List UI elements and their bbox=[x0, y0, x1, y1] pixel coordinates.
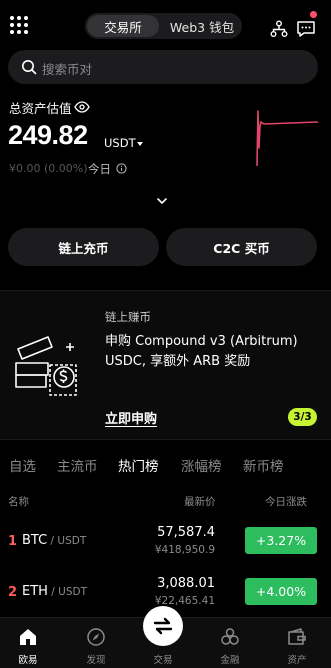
asset-unit-selector[interactable]: USDT bbox=[104, 136, 136, 150]
row-rank: 1 bbox=[8, 534, 18, 549]
row-symbol: BTC / USDT bbox=[22, 533, 87, 548]
nav-assets[interactable]: 资产 bbox=[272, 618, 322, 668]
tab-favorites[interactable]: 自选 bbox=[9, 455, 36, 475]
tab-hot[interactable]: 热门榜 bbox=[118, 455, 159, 475]
nav-finance-label: 金融 bbox=[220, 655, 240, 666]
asset-sparkline-chart bbox=[256, 110, 319, 167]
search-icon bbox=[22, 60, 37, 75]
mode-switch: 交易所 Web3 钱包 bbox=[85, 13, 242, 39]
top-bar: 交易所 Web3 钱包 bbox=[0, 6, 331, 42]
row-symbol: ETH / USDT bbox=[22, 584, 87, 599]
nav-assets-label: 资产 bbox=[287, 655, 307, 666]
search-bar[interactable]: 搜索币对 bbox=[8, 50, 318, 84]
chat-support-icon[interactable] bbox=[296, 20, 316, 38]
finance-icon bbox=[221, 628, 239, 645]
total-assets-label: 总资产估值 bbox=[9, 101, 72, 116]
subscribe-now-link[interactable]: 立即申购 bbox=[105, 408, 157, 427]
promo-banner[interactable]: 链上赚币 申购 Compound v3 (Arbitrum) USDC, 享额外… bbox=[0, 290, 331, 440]
row-price-cny: ¥418,950.9 bbox=[154, 544, 215, 556]
chevron-down-icon[interactable] bbox=[156, 197, 168, 205]
row-change-badge[interactable]: +4.00% bbox=[245, 578, 317, 605]
nav-discover-label: 发现 bbox=[86, 655, 106, 666]
apps-grid-icon[interactable] bbox=[10, 16, 28, 34]
column-last-price[interactable]: 最新价 bbox=[184, 494, 216, 509]
nav-trade-label: 交易 bbox=[153, 655, 173, 666]
onchain-deposit-button[interactable]: 链上充币 bbox=[8, 228, 159, 266]
eye-icon[interactable] bbox=[74, 101, 90, 113]
today-pnl: ¥0.00 (0.00%) bbox=[9, 162, 88, 175]
caret-down-icon[interactable] bbox=[137, 142, 143, 146]
promo-category: 链上赚币 bbox=[105, 310, 151, 324]
nav-home[interactable]: 欧易 bbox=[3, 618, 53, 668]
wallet-icon bbox=[288, 628, 306, 645]
carousel-page-badge: 3/3 bbox=[288, 408, 317, 426]
trade-swap-icon bbox=[153, 617, 173, 635]
trade-button[interactable] bbox=[143, 606, 183, 646]
notification-dot bbox=[310, 11, 317, 18]
row-change-badge[interactable]: +3.27% bbox=[245, 527, 317, 554]
pnl-period-label: 今日 bbox=[88, 162, 111, 176]
tab-mainstream[interactable]: 主流币 bbox=[57, 455, 98, 475]
info-icon[interactable] bbox=[116, 163, 127, 174]
promo-title: 申购 Compound v3 (Arbitrum) USDC, 享额外 ARB … bbox=[105, 334, 298, 369]
tab-web3-wallet[interactable]: Web3 钱包 bbox=[165, 15, 239, 37]
column-change[interactable]: 今日涨跌 bbox=[265, 494, 307, 509]
market-row[interactable]: 1 BTC / USDT 57,587.4 ¥418,950.9 +3.27% bbox=[0, 521, 331, 565]
total-assets-value: 249.82 bbox=[8, 120, 88, 150]
tab-exchange[interactable]: 交易所 bbox=[87, 15, 159, 37]
nav-finance[interactable]: 金融 bbox=[205, 618, 255, 668]
savings-coin-icon bbox=[15, 336, 77, 396]
nav-home-label: 欧易 bbox=[18, 655, 38, 666]
row-rank: 2 bbox=[8, 585, 18, 600]
column-name: 名称 bbox=[8, 496, 29, 508]
home-icon bbox=[20, 629, 36, 645]
tab-gainers[interactable]: 涨幅榜 bbox=[181, 455, 222, 475]
row-last-price: 57,587.4 bbox=[157, 525, 215, 540]
tab-new-listings[interactable]: 新币榜 bbox=[243, 455, 284, 475]
discover-icon bbox=[87, 628, 105, 646]
c2c-buy-button[interactable]: C2C 买币 bbox=[166, 228, 317, 266]
network-structure-icon[interactable] bbox=[270, 20, 288, 38]
market-tabs: 自选 主流币 热门榜 涨幅榜 新币榜 bbox=[0, 455, 331, 477]
search-placeholder: 搜索币对 bbox=[42, 62, 93, 77]
nav-discover[interactable]: 发现 bbox=[71, 618, 121, 668]
row-last-price: 3,088.01 bbox=[157, 576, 215, 591]
